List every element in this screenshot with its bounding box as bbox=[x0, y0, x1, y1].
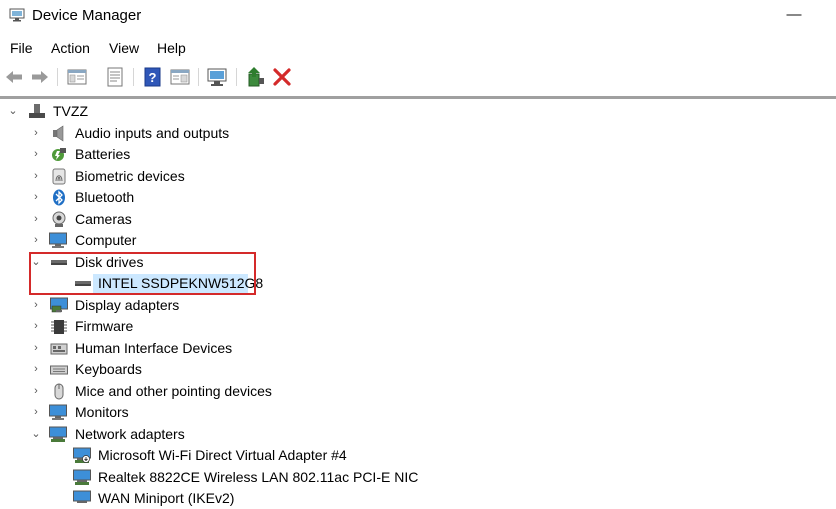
menu-help[interactable]: Help bbox=[157, 40, 186, 56]
uninstall-device-icon[interactable] bbox=[271, 66, 293, 88]
display-adapter-icon bbox=[50, 297, 68, 313]
mouse-icon bbox=[54, 383, 64, 400]
window-title: Device Manager bbox=[32, 7, 142, 24]
menu-bar: File Action View Help bbox=[0, 38, 836, 60]
back-icon[interactable] bbox=[3, 66, 25, 88]
keyboard-icon bbox=[50, 365, 68, 375]
network-adapter-icon bbox=[73, 469, 91, 485]
toolbar: ? bbox=[0, 62, 836, 92]
menu-file[interactable]: File bbox=[10, 40, 33, 56]
toolbar-separator bbox=[133, 68, 134, 86]
tree-item-label: Batteries bbox=[75, 146, 131, 162]
show-hide-console-tree-icon[interactable] bbox=[66, 66, 88, 88]
tree-item-label: Keyboards bbox=[75, 361, 142, 377]
computer-icon bbox=[29, 104, 45, 118]
tree-item-label: Realtek 8822CE Wireless LAN 802.11ac PCI… bbox=[98, 469, 419, 485]
menu-view[interactable]: View bbox=[109, 40, 139, 56]
chevron-right-icon[interactable]: › bbox=[29, 359, 43, 380]
chevron-right-icon[interactable]: › bbox=[29, 209, 43, 230]
hid-icon bbox=[50, 343, 68, 355]
network-adapter-icon bbox=[49, 426, 67, 442]
chevron-right-icon[interactable]: › bbox=[29, 338, 43, 359]
tree-item-mice[interactable]: › Mice and other pointing devices bbox=[0, 381, 800, 402]
tree-item-label: Display adapters bbox=[75, 297, 180, 313]
chevron-right-icon[interactable]: › bbox=[29, 187, 43, 208]
fingerprint-icon bbox=[52, 168, 66, 185]
minimize-button[interactable]: — bbox=[782, 6, 806, 26]
tree-item-computer[interactable]: › Computer bbox=[0, 230, 800, 251]
firmware-chip-icon bbox=[51, 320, 67, 334]
chevron-right-icon[interactable]: › bbox=[29, 402, 43, 423]
chevron-right-icon[interactable]: › bbox=[29, 230, 43, 251]
title-bar: Device Manager — bbox=[0, 0, 836, 34]
tree-item-label: Monitors bbox=[75, 404, 129, 420]
monitor-icon bbox=[49, 232, 67, 248]
tree-item-label: Human Interface Devices bbox=[75, 340, 233, 356]
chevron-down-icon[interactable]: ⌄ bbox=[29, 424, 43, 445]
action-pane-icon[interactable] bbox=[169, 66, 191, 88]
chevron-right-icon[interactable]: › bbox=[29, 295, 43, 316]
toolbar-separator bbox=[198, 68, 199, 86]
tree-item-label: Computer bbox=[75, 232, 137, 248]
tree-item-bluetooth[interactable]: › Bluetooth bbox=[0, 187, 800, 208]
tree-item-label: Network adapters bbox=[75, 426, 185, 442]
tree-item-realtek-adapter[interactable]: Realtek 8822CE Wireless LAN 802.11ac PCI… bbox=[0, 467, 800, 488]
annotation-highlight-box bbox=[29, 252, 256, 295]
tree-item-cameras[interactable]: › Cameras bbox=[0, 209, 800, 230]
chevron-right-icon[interactable]: › bbox=[29, 123, 43, 144]
tree-item-label: Firmware bbox=[75, 318, 134, 334]
network-adapter-warning-icon bbox=[73, 447, 91, 463]
tree-item-label: Microsoft Wi-Fi Direct Virtual Adapter #… bbox=[98, 447, 347, 463]
device-manager-app-icon bbox=[9, 8, 25, 22]
bluetooth-icon bbox=[53, 189, 65, 206]
network-adapter-icon bbox=[73, 490, 91, 503]
chevron-right-icon[interactable]: › bbox=[29, 381, 43, 402]
tree-item-audio[interactable]: › Audio inputs and outputs bbox=[0, 123, 800, 144]
tree-item-wan-miniport[interactable]: WAN Miniport (IKEv2) bbox=[0, 488, 800, 509]
help-icon[interactable]: ? bbox=[142, 66, 164, 88]
tree-item-label: Cameras bbox=[75, 211, 132, 227]
tree-item-label: Biometric devices bbox=[75, 168, 185, 184]
tree-item-network-adapters[interactable]: ⌄ Network adapters bbox=[0, 424, 800, 445]
tree-item-label: Audio inputs and outputs bbox=[75, 125, 230, 141]
device-tree: ⌄ TVZZ › Audio inputs and outputs › Batt… bbox=[0, 99, 836, 506]
svg-text:?: ? bbox=[149, 70, 157, 85]
tree-item-label: Bluetooth bbox=[75, 189, 135, 205]
tree-item-display-adapters[interactable]: › Display adapters bbox=[0, 295, 800, 316]
webcam-icon bbox=[52, 211, 66, 227]
tree-item-human-interface-devices[interactable]: › Human Interface Devices bbox=[0, 338, 800, 359]
chevron-right-icon[interactable]: › bbox=[29, 316, 43, 337]
tree-item-label: Mice and other pointing devices bbox=[75, 383, 272, 399]
tree-item-firmware[interactable]: › Firmware bbox=[0, 316, 800, 337]
tree-item-label: WAN Miniport (IKEv2) bbox=[98, 490, 235, 506]
chevron-right-icon[interactable]: › bbox=[29, 166, 43, 187]
toolbar-separator bbox=[57, 68, 58, 86]
forward-icon[interactable] bbox=[29, 66, 51, 88]
monitor-icon bbox=[49, 404, 67, 420]
chevron-right-icon[interactable]: › bbox=[29, 144, 43, 165]
tree-item-keyboards[interactable]: › Keyboards bbox=[0, 359, 800, 380]
speaker-icon bbox=[53, 125, 64, 142]
battery-icon bbox=[52, 148, 66, 161]
menu-action[interactable]: Action bbox=[51, 40, 90, 56]
scan-hardware-changes-icon[interactable] bbox=[206, 66, 228, 88]
tree-root-label: TVZZ bbox=[53, 103, 88, 119]
tree-item-monitors[interactable]: › Monitors bbox=[0, 402, 800, 423]
tree-item-wifi-direct-adapter[interactable]: Microsoft Wi-Fi Direct Virtual Adapter #… bbox=[0, 445, 800, 466]
tree-item-batteries[interactable]: › Batteries bbox=[0, 144, 800, 165]
chevron-down-icon[interactable]: ⌄ bbox=[6, 101, 20, 122]
properties-icon[interactable] bbox=[104, 66, 126, 88]
tree-item-biometric-devices[interactable]: › Biometric devices bbox=[0, 166, 800, 187]
tree-root[interactable]: ⌄ TVZZ bbox=[0, 101, 800, 122]
update-driver-icon[interactable] bbox=[245, 66, 267, 88]
toolbar-separator bbox=[236, 68, 237, 86]
